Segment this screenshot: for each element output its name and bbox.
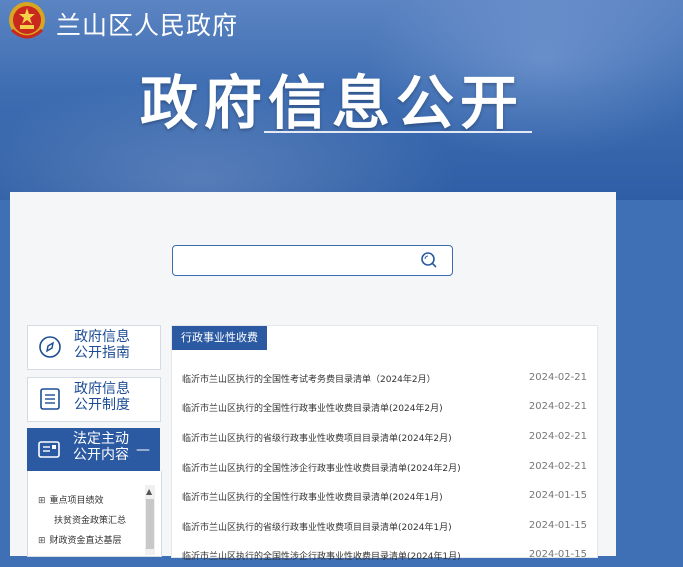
scroll-up-icon[interactable]: ▲ xyxy=(146,487,152,496)
list-item-title[interactable]: 临沂市兰山区执行的全国性考试考务费目录清单（2024年2月） xyxy=(182,372,436,385)
sidebar-item-label: 政府信息 公开指南 xyxy=(74,329,130,361)
expand-icon[interactable]: ⊞ xyxy=(38,496,46,506)
compass-icon xyxy=(39,336,61,358)
collapse-toggle[interactable]: — xyxy=(136,442,150,458)
list-item[interactable]: 临沂市兰山区执行的全国性涉企行政事业性收费目录清单(2024年2月) 2024-… xyxy=(182,461,587,479)
tree-item[interactable]: ⊞ 财政资金直达基层 xyxy=(38,533,122,546)
label-line: 政府信息 xyxy=(74,381,130,397)
sidebar-item-label: 法定主动 公开内容 xyxy=(73,431,129,463)
title-underline xyxy=(264,131,532,133)
tree-item-label: 重点项目绩效 xyxy=(49,496,104,506)
list-item[interactable]: 临沂市兰山区执行的全国性涉企行政事业性收费目录清单(2024年1月) 2024-… xyxy=(182,549,587,567)
sidebar-item-system[interactable]: 政府信息 公开制度 xyxy=(27,377,161,422)
tab-fees[interactable]: 行政事业性收费 xyxy=(172,326,267,350)
label-line: 政府信息 xyxy=(74,329,130,345)
label-line: 公开内容 xyxy=(73,447,129,463)
sidebar-item-active-content[interactable]: 法定主动 公开内容 — xyxy=(27,428,160,471)
content-list-panel: 行政事业性收费 临沂市兰山区执行的全国性考试考务费目录清单（2024年2月） 2… xyxy=(171,325,598,562)
search-icon[interactable] xyxy=(420,251,438,269)
list-item-date: 2024-01-15 xyxy=(528,549,587,560)
header-banner: 兰山区人民政府 政府信息公开 xyxy=(0,0,683,200)
page-title: 政府信息公开 xyxy=(140,69,525,137)
mail-icon xyxy=(38,441,60,458)
label-line: 公开指南 xyxy=(74,345,130,361)
tree-item-label: 扶贫资金政策汇总 xyxy=(54,516,127,526)
list-item-title[interactable]: 临沂市兰山区执行的全国性行政事业性收费目录清单(2024年1月) xyxy=(182,490,443,503)
list-item-title[interactable]: 临沂市兰山区执行的全国性行政事业性收费目录清单(2024年2月) xyxy=(182,401,443,414)
national-emblem-icon xyxy=(9,2,45,39)
list-item-date: 2024-01-15 xyxy=(528,520,587,531)
list-item-title[interactable]: 临沂市兰山区执行的省级行政事业性收费项目目录清单(2024年1月) xyxy=(182,520,452,533)
list-item-date: 2024-02-21 xyxy=(528,431,587,442)
document-list-icon xyxy=(40,388,60,410)
list-item-date: 2024-02-21 xyxy=(528,401,587,412)
tree-item-label: 财政资金直达基层 xyxy=(49,536,122,546)
list-item-date: 2024-02-21 xyxy=(528,372,587,383)
list-item-date: 2024-02-21 xyxy=(528,461,587,472)
list-item-title[interactable]: 临沂市兰山区执行的全国性涉企行政事业性收费目录清单(2024年2月) xyxy=(182,461,461,474)
tree-item[interactable]: ⊞ 重点项目绩效 xyxy=(38,493,104,506)
list-item[interactable]: 临沂市兰山区执行的省级行政事业性收费项目目录清单(2024年2月) 2024-0… xyxy=(182,431,587,449)
site-name[interactable]: 兰山区人民政府 xyxy=(56,6,238,42)
tree-scrollbar[interactable]: ▲ xyxy=(145,485,155,555)
list-item-date: 2024-01-15 xyxy=(528,490,587,501)
expand-icon[interactable]: ⊞ xyxy=(38,536,46,546)
list-item[interactable]: 临沂市兰山区执行的全国性行政事业性收费目录清单(2024年1月) 2024-01… xyxy=(182,490,587,508)
sidebar-item-guide[interactable]: 政府信息 公开指南 xyxy=(27,325,161,370)
sidebar-item-label: 政府信息 公开制度 xyxy=(74,381,130,413)
scrollbar-thumb[interactable] xyxy=(146,499,154,549)
list-item[interactable]: 临沂市兰山区执行的省级行政事业性收费项目目录清单(2024年1月) 2024-0… xyxy=(182,520,587,538)
label-line: 公开制度 xyxy=(74,397,130,413)
list-item[interactable]: 临沂市兰山区执行的全国性行政事业性收费目录清单(2024年2月) 2024-02… xyxy=(182,401,587,419)
list-item[interactable]: 临沂市兰山区执行的全国性考试考务费目录清单（2024年2月） 2024-02-2… xyxy=(182,372,587,390)
tree-item[interactable]: 扶贫资金政策汇总 xyxy=(54,513,126,526)
label-line: 法定主动 xyxy=(73,431,129,447)
list-item-title[interactable]: 临沂市兰山区执行的省级行政事业性收费项目目录清单(2024年2月) xyxy=(182,431,452,444)
sidebar-tree: ⊞ 重点项目绩效 扶贫资金政策汇总 ⊞ 财政资金直达基层 ▲ xyxy=(27,471,162,557)
search-input[interactable] xyxy=(172,245,453,276)
